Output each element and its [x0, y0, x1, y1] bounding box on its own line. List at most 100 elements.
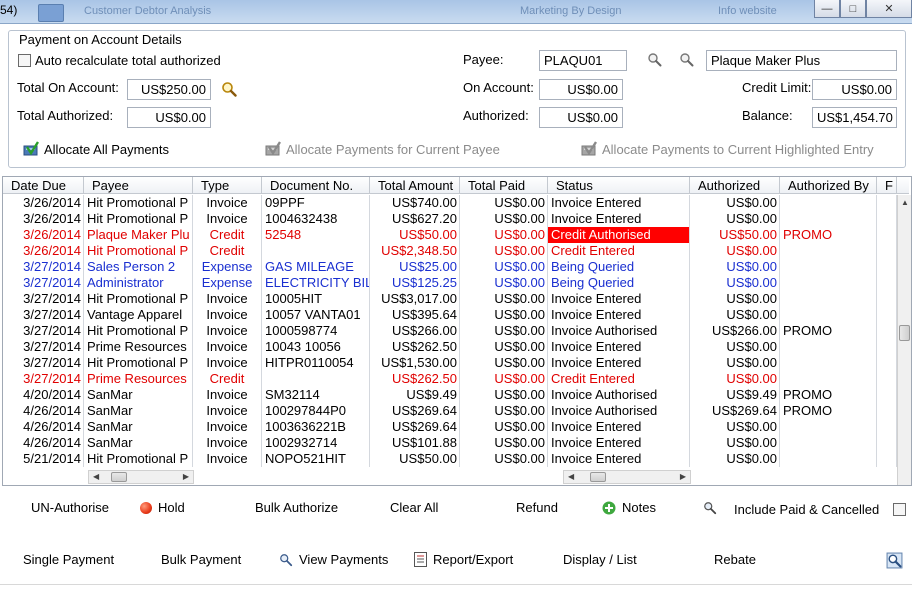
- total-authorized-field[interactable]: US$0.00: [127, 107, 211, 128]
- authorized-cell[interactable]: US$0.00: [690, 259, 780, 275]
- document-cell[interactable]: 10043 10056: [262, 339, 370, 355]
- date-due-cell[interactable]: 4/20/2014: [3, 387, 84, 403]
- authorized-cell[interactable]: US$0.00: [690, 435, 780, 451]
- minimize-button[interactable]: —: [814, 0, 840, 18]
- status-cell[interactable]: Invoice Authorised: [548, 323, 690, 339]
- type-cell[interactable]: Invoice: [193, 307, 262, 323]
- payee-cell[interactable]: SanMar: [84, 403, 193, 419]
- document-cell[interactable]: 1002932714: [262, 435, 370, 451]
- payee-cell[interactable]: Prime Resources: [84, 371, 193, 387]
- document-cell[interactable]: 10057 VANTA01: [262, 307, 370, 323]
- total-amount-cell[interactable]: US$25.00: [370, 259, 460, 275]
- status-cell[interactable]: Invoice Entered: [548, 211, 690, 227]
- payee-cell[interactable]: Hit Promotional P: [84, 211, 193, 227]
- document-cell[interactable]: 10005HIT: [262, 291, 370, 307]
- authorized-by-cell[interactable]: PROMO: [780, 403, 877, 419]
- total-paid-cell[interactable]: US$0.00: [460, 211, 548, 227]
- document-cell[interactable]: [262, 371, 370, 387]
- table-row[interactable]: 3/27/2014 Vantage Apparel Invoice 10057 VAN…: [3, 307, 897, 323]
- authorized-cell[interactable]: US$0.00: [690, 243, 780, 259]
- date-due-cell[interactable]: 3/27/2014: [3, 371, 84, 387]
- date-due-cell[interactable]: 3/27/2014: [3, 307, 84, 323]
- bulk-payment-button[interactable]: Bulk Payment: [161, 552, 241, 567]
- total-amount-cell[interactable]: US$269.64: [370, 403, 460, 419]
- type-cell[interactable]: Invoice: [193, 403, 262, 419]
- column-header[interactable]: Payee: [84, 177, 193, 194]
- total-paid-cell[interactable]: US$0.00: [460, 275, 548, 291]
- document-cell[interactable]: ELECTRICITY BIL: [262, 275, 370, 291]
- authorized-cell[interactable]: US$50.00: [690, 227, 780, 243]
- vertical-scrollbar[interactable]: ▲: [897, 195, 911, 485]
- vertical-scroll-thumb[interactable]: [899, 325, 910, 341]
- authorized-cell[interactable]: US$0.00: [690, 291, 780, 307]
- document-cell[interactable]: 1000598774: [262, 323, 370, 339]
- total-amount-cell[interactable]: US$9.49: [370, 387, 460, 403]
- payee-cell[interactable]: SanMar: [84, 387, 193, 403]
- table-row[interactable]: 3/26/2014 Hit Promotional P Invoice 1004632…: [3, 211, 897, 227]
- date-due-cell[interactable]: 3/26/2014: [3, 227, 84, 243]
- authorized-field[interactable]: US$0.00: [539, 107, 623, 128]
- close-button[interactable]: ✕: [866, 0, 912, 18]
- status-cell[interactable]: Invoice Authorised: [548, 387, 690, 403]
- authorized-cell[interactable]: US$0.00: [690, 371, 780, 387]
- payee-cell[interactable]: Administrator: [84, 275, 193, 291]
- balance-field[interactable]: US$1,454.70: [812, 107, 897, 128]
- total-amount-cell[interactable]: US$262.50: [370, 339, 460, 355]
- column-header[interactable]: Status: [548, 177, 690, 194]
- status-scroll-thumb[interactable]: [590, 472, 606, 482]
- authorized-by-cell[interactable]: [780, 291, 877, 307]
- status-cell[interactable]: Credit Entered: [548, 243, 690, 259]
- column-header[interactable]: F: [877, 177, 897, 194]
- total-amount-cell[interactable]: US$50.00: [370, 451, 460, 467]
- column-header[interactable]: Authorized By: [780, 177, 877, 194]
- status-cell[interactable]: Credit Entered: [548, 371, 690, 387]
- date-due-cell[interactable]: 4/26/2014: [3, 435, 84, 451]
- total-paid-cell[interactable]: US$0.00: [460, 195, 548, 211]
- date-due-cell[interactable]: 3/27/2014: [3, 291, 84, 307]
- total-amount-cell[interactable]: US$3,017.00: [370, 291, 460, 307]
- total-amount-cell[interactable]: US$740.00: [370, 195, 460, 211]
- authorized-by-cell[interactable]: PROMO: [780, 227, 877, 243]
- status-cell[interactable]: Invoice Entered: [548, 195, 690, 211]
- column-header[interactable]: Total Amount: [370, 177, 460, 194]
- authorized-cell[interactable]: US$0.00: [690, 307, 780, 323]
- status-cell[interactable]: Invoice Entered: [548, 339, 690, 355]
- total-amount-cell[interactable]: US$101.88: [370, 435, 460, 451]
- refund-button[interactable]: Refund: [516, 500, 558, 515]
- payee-horizontal-scrollbar[interactable]: ◀ ▶: [88, 470, 194, 484]
- type-cell[interactable]: Invoice: [193, 355, 262, 371]
- payee-cell[interactable]: Hit Promotional P: [84, 355, 193, 371]
- document-cell[interactable]: 1004632438: [262, 211, 370, 227]
- credit-limit-field[interactable]: US$0.00: [812, 79, 897, 100]
- type-cell[interactable]: Invoice: [193, 387, 262, 403]
- status-scroll-right-icon[interactable]: ▶: [680, 471, 686, 483]
- total-paid-cell[interactable]: US$0.00: [460, 323, 548, 339]
- column-header[interactable]: Type: [193, 177, 262, 194]
- status-horizontal-scrollbar[interactable]: ◀ ▶: [563, 470, 691, 484]
- document-cell[interactable]: HITPR0110054: [262, 355, 370, 371]
- authorized-cell[interactable]: US$0.00: [690, 419, 780, 435]
- column-header[interactable]: Authorized: [690, 177, 780, 194]
- payee-cell[interactable]: SanMar: [84, 419, 193, 435]
- document-cell[interactable]: SM32114: [262, 387, 370, 403]
- total-paid-cell[interactable]: US$0.00: [460, 451, 548, 467]
- auto-recalc-checkbox[interactable]: [18, 54, 31, 67]
- table-row[interactable]: 3/27/2014 Prime Resources Credit US$262.50 U…: [3, 371, 897, 387]
- payee-lookup-icon[interactable]: [647, 52, 663, 68]
- total-paid-cell[interactable]: US$0.00: [460, 435, 548, 451]
- status-cell[interactable]: Invoice Authorised: [548, 403, 690, 419]
- clear-all-button[interactable]: Clear All: [390, 500, 438, 515]
- scroll-up-icon[interactable]: ▲: [901, 198, 909, 207]
- display-list-button[interactable]: Display / List: [563, 552, 637, 567]
- payee-cell[interactable]: Hit Promotional P: [84, 291, 193, 307]
- authorized-by-cell[interactable]: [780, 307, 877, 323]
- scroll-left-icon[interactable]: ◀: [93, 471, 99, 483]
- status-cell[interactable]: Invoice Entered: [548, 291, 690, 307]
- total-paid-cell[interactable]: US$0.00: [460, 387, 548, 403]
- table-row[interactable]: 3/27/2014 Administrator Expense ELECTRICITY…: [3, 275, 897, 291]
- notes-button[interactable]: Notes: [602, 500, 656, 515]
- type-cell[interactable]: Invoice: [193, 419, 262, 435]
- status-cell[interactable]: Invoice Entered: [548, 435, 690, 451]
- total-amount-cell[interactable]: US$269.64: [370, 419, 460, 435]
- authorized-cell[interactable]: US$0.00: [690, 195, 780, 211]
